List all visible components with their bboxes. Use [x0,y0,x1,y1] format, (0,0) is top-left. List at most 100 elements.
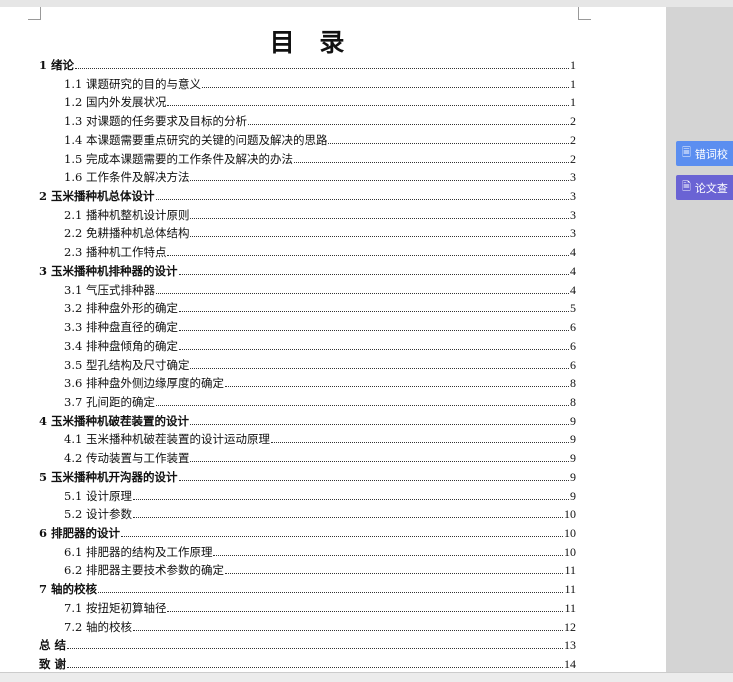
toc-entry[interactable]: 1.3 对课题的任务要求及目标的分析 2 [64,110,576,128]
dot-leader [178,330,569,332]
toc-entry[interactable]: 总 结 13 [39,634,576,652]
toc-entry[interactable]: 3.7 孔间距的确定 8 [64,391,576,409]
toc-entry[interactable]: 2.1 播种机整机设计原则 3 [64,204,576,222]
toc-entry[interactable]: 1.2 国内外发展状况 1 [64,91,576,109]
toc-page-number: 11 [564,563,576,578]
toc-entry-label: 3.4 排种盘倾角的确定 [64,338,178,353]
dot-leader [132,517,563,519]
dot-leader [213,554,563,556]
toc-entry-label: 6 排肥器的设计 [39,526,121,540]
dot-leader [121,536,563,537]
paper-check-button[interactable]: 🗎 论文查 [676,175,733,200]
toc-entry-label: 4 玉米播种机破茬装置的设计 [39,413,190,428]
toc-page-number: 2 [570,151,576,166]
toc-entry[interactable]: 6 排肥器的设计 10 [39,522,576,540]
toc-page-number: 9 [570,488,576,503]
toc-page-number: 3 [570,170,576,185]
dot-leader [190,236,569,238]
toc-entry[interactable]: 3.5 型孔结构及尺寸确定 6 [64,354,576,372]
toc-entry[interactable]: 3.6 排种盘外侧边缘厚度的确定 8 [64,372,576,390]
dot-leader [178,273,569,275]
toc-entry[interactable]: 4 玉米播种机破茬装置的设计 9 [39,410,576,428]
toc-entry-label: 1.1 课题研究的目的与意义 [64,76,201,91]
toc-entry-label: 3.6 排种盘外侧边缘厚度的确定 [64,376,224,391]
margin-corner [578,7,591,20]
toc-entry[interactable]: 4.2 传动装置与工作装置 9 [64,447,576,465]
toc-page-number: 4 [570,263,576,278]
toc-page-number: 12 [564,619,576,634]
toc-page-number: 9 [570,469,576,484]
dot-leader [155,292,569,294]
toc-entry[interactable]: 7.1 按扭矩初算轴径 11 [64,597,576,615]
toc-page-number: 8 [570,394,576,409]
document-page: 目 录 1 绪论 1 1.1 课题研究的目的与意义 1 1.2 国内外发展状况 1 1.3 … [0,7,666,672]
dot-leader [190,461,569,463]
toc-entry-label: 7.1 按扭矩初算轴径 [64,600,167,615]
toc-entry[interactable]: 3 玉米播种机排种器的设计 4 [39,260,576,278]
toc-entry[interactable]: 7 轴的校核 11 [39,578,576,596]
toc-entry[interactable]: 5.2 设计参数 10 [64,503,576,521]
toc-entry-label: 4.1 玉米播种机破茬装置的设计运动原理 [64,432,270,447]
toc-entry[interactable]: 3.4 排种盘倾角的确定 6 [64,335,576,353]
toc-entry[interactable]: 1 绪论 1 [39,54,576,72]
paper-check-label: 论文查 [694,181,728,195]
toc-entry[interactable]: 5 玉米播种机开沟器的设计 9 [39,466,576,484]
toc-entry-label: 4.2 传动装置与工作装置 [64,451,190,466]
dot-leader [224,573,564,575]
toc-page-number: 3 [570,189,576,204]
toc-page-number: 2 [570,114,576,129]
dot-leader [190,217,569,219]
toc-page-number: 3 [570,207,576,222]
toc-entry[interactable]: 6.2 排肥器主要技术参数的确定 11 [64,559,576,577]
dot-leader [224,386,569,388]
dot-leader [167,610,564,612]
toc-entry-label: 6.2 排肥器主要技术参数的确定 [64,563,224,578]
ruler [0,0,733,7]
toc-entry[interactable]: 3.3 排种盘直径的确定 6 [64,316,576,334]
toc-page-number: 9 [570,451,576,466]
toc-entry[interactable]: 2.3 播种机工作特点 4 [64,241,576,259]
toc-entry[interactable]: 1.1 课题研究的目的与意义 1 [64,73,576,91]
toc-entry[interactable]: 1.4 本课题需要重点研究的关键的问题及解决的思路 2 [64,129,576,147]
toc-entry-label: 3.7 孔间距的确定 [64,394,155,409]
toc-page-number: 6 [570,338,576,353]
proofread-label: 错词校 [694,147,728,161]
dot-leader [167,105,569,107]
toc-entry-label: 5.1 设计原理 [64,488,132,503]
document-search-icon: 🗎 [682,180,691,193]
dot-leader [132,629,563,631]
toc-entry-label: 3 玉米播种机排种器的设计 [39,263,178,278]
toc-page-number: 11 [564,600,576,615]
toc-entry-label: 致 谢 [39,657,67,672]
toc-page-number: 3 [570,226,576,241]
toc-page-number: 1 [570,95,576,110]
toc-entry[interactable]: 6.1 排肥器的结构及工作原理 10 [64,541,576,559]
toc-entry[interactable]: 4.1 玉米播种机破茬装置的设计运动原理 9 [64,428,576,446]
toc-entry[interactable]: 2 玉米播种机总体设计 3 [39,185,576,203]
toc-page-number: 5 [570,301,576,316]
toc-entry-label: 2.2 免耕播种机总体结构 [64,226,190,241]
toc-page-number: 1 [570,76,576,91]
toc-entry-label: 1 绪论 [39,58,75,72]
dot-leader [155,199,569,201]
toc-page-number: 10 [564,507,576,522]
toc-entry[interactable]: 3.1 气压式排种器 4 [64,279,576,297]
dot-leader [178,479,569,481]
dot-leader [190,180,569,182]
toc-entry-label: 1.2 国内外发展状况 [64,95,167,110]
toc-entry[interactable]: 2.2 免耕播种机总体结构 3 [64,222,576,240]
toc-page-number: 11 [564,582,576,597]
toc-entry-label: 6.1 排肥器的结构及工作原理 [64,544,213,559]
proofread-button[interactable]: 🗏 错词校 [676,141,733,166]
toc-entry[interactable]: 致 谢 14 [39,653,576,671]
toc-entry-label: 5.2 设计参数 [64,507,132,522]
dot-leader [178,348,569,350]
toc-entry[interactable]: 1.6 工作条件及解决方法 3 [64,166,576,184]
toc-page-number: 14 [564,657,576,672]
toc-page-number: 1 [570,58,576,72]
toc-entry[interactable]: 5.1 设计原理 9 [64,485,576,503]
toc-entry[interactable]: 7.2 轴的校核 12 [64,616,576,634]
toc-page-number: 6 [570,357,576,372]
toc-entry[interactable]: 3.2 排种盘外形的确定 5 [64,297,576,315]
toc-entry[interactable]: 1.5 完成本课题需要的工作条件及解决的办法 2 [64,148,576,166]
